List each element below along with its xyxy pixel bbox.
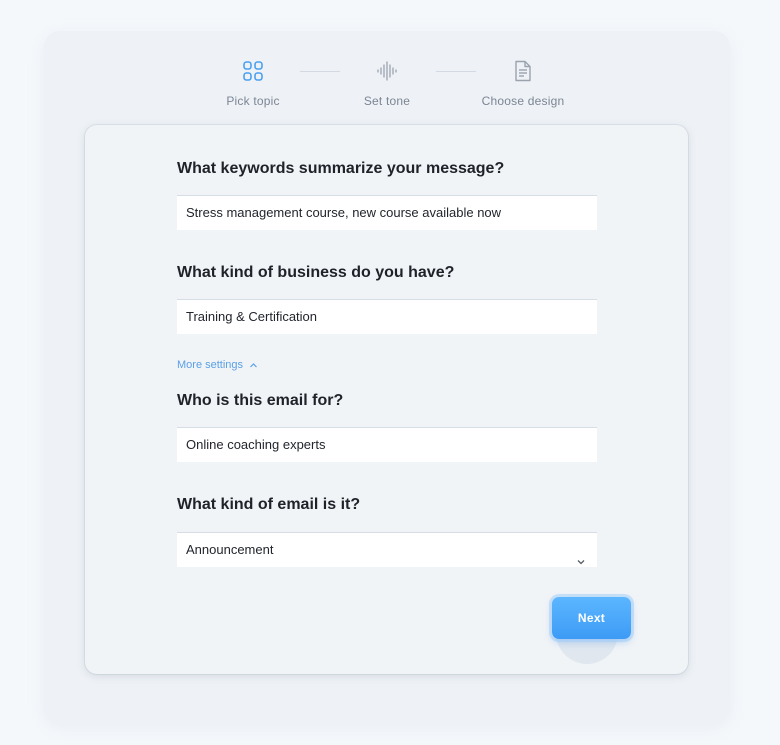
business-input[interactable]: Training & Certification: [177, 299, 597, 334]
more-settings-toggle[interactable]: More settings: [177, 359, 258, 371]
business-field: What kind of business do you have? Train…: [177, 262, 597, 334]
chevron-up-icon: [250, 359, 258, 371]
chevron-down-icon: [577, 545, 585, 565]
email-type-select[interactable]: Announcement: [177, 532, 597, 567]
step-choose-design[interactable]: Choose design: [458, 59, 588, 108]
soundwave-icon: [375, 59, 399, 83]
grid-icon: [241, 59, 265, 83]
stepper: Pick topic Set tone Choose design: [44, 31, 730, 121]
step-label: Pick topic: [226, 94, 280, 108]
audience-input[interactable]: Online coaching experts: [177, 427, 597, 462]
business-question: What kind of business do you have?: [177, 264, 455, 281]
audience-field: Who is this email for? Online coaching e…: [177, 390, 597, 462]
more-settings-label: More settings: [177, 359, 244, 371]
step-set-tone[interactable]: Set tone: [322, 59, 452, 108]
email-type-selected: Announcement: [186, 542, 274, 557]
step-pick-topic[interactable]: Pick topic: [188, 59, 318, 108]
next-button[interactable]: Next: [552, 597, 631, 639]
email-type-field: What kind of email is it? Announcement: [177, 494, 597, 567]
step-label: Choose design: [481, 94, 565, 108]
keywords-question: What keywords summarize your message?: [177, 160, 505, 177]
step-label: Set tone: [363, 94, 411, 108]
email-type-question: What kind of email is it?: [177, 496, 361, 513]
audience-question: Who is this email for?: [177, 392, 344, 409]
keywords-field: What keywords summarize your message? St…: [177, 158, 597, 230]
keywords-input[interactable]: Stress management course, new course ava…: [177, 195, 597, 230]
document-icon: [511, 59, 535, 83]
